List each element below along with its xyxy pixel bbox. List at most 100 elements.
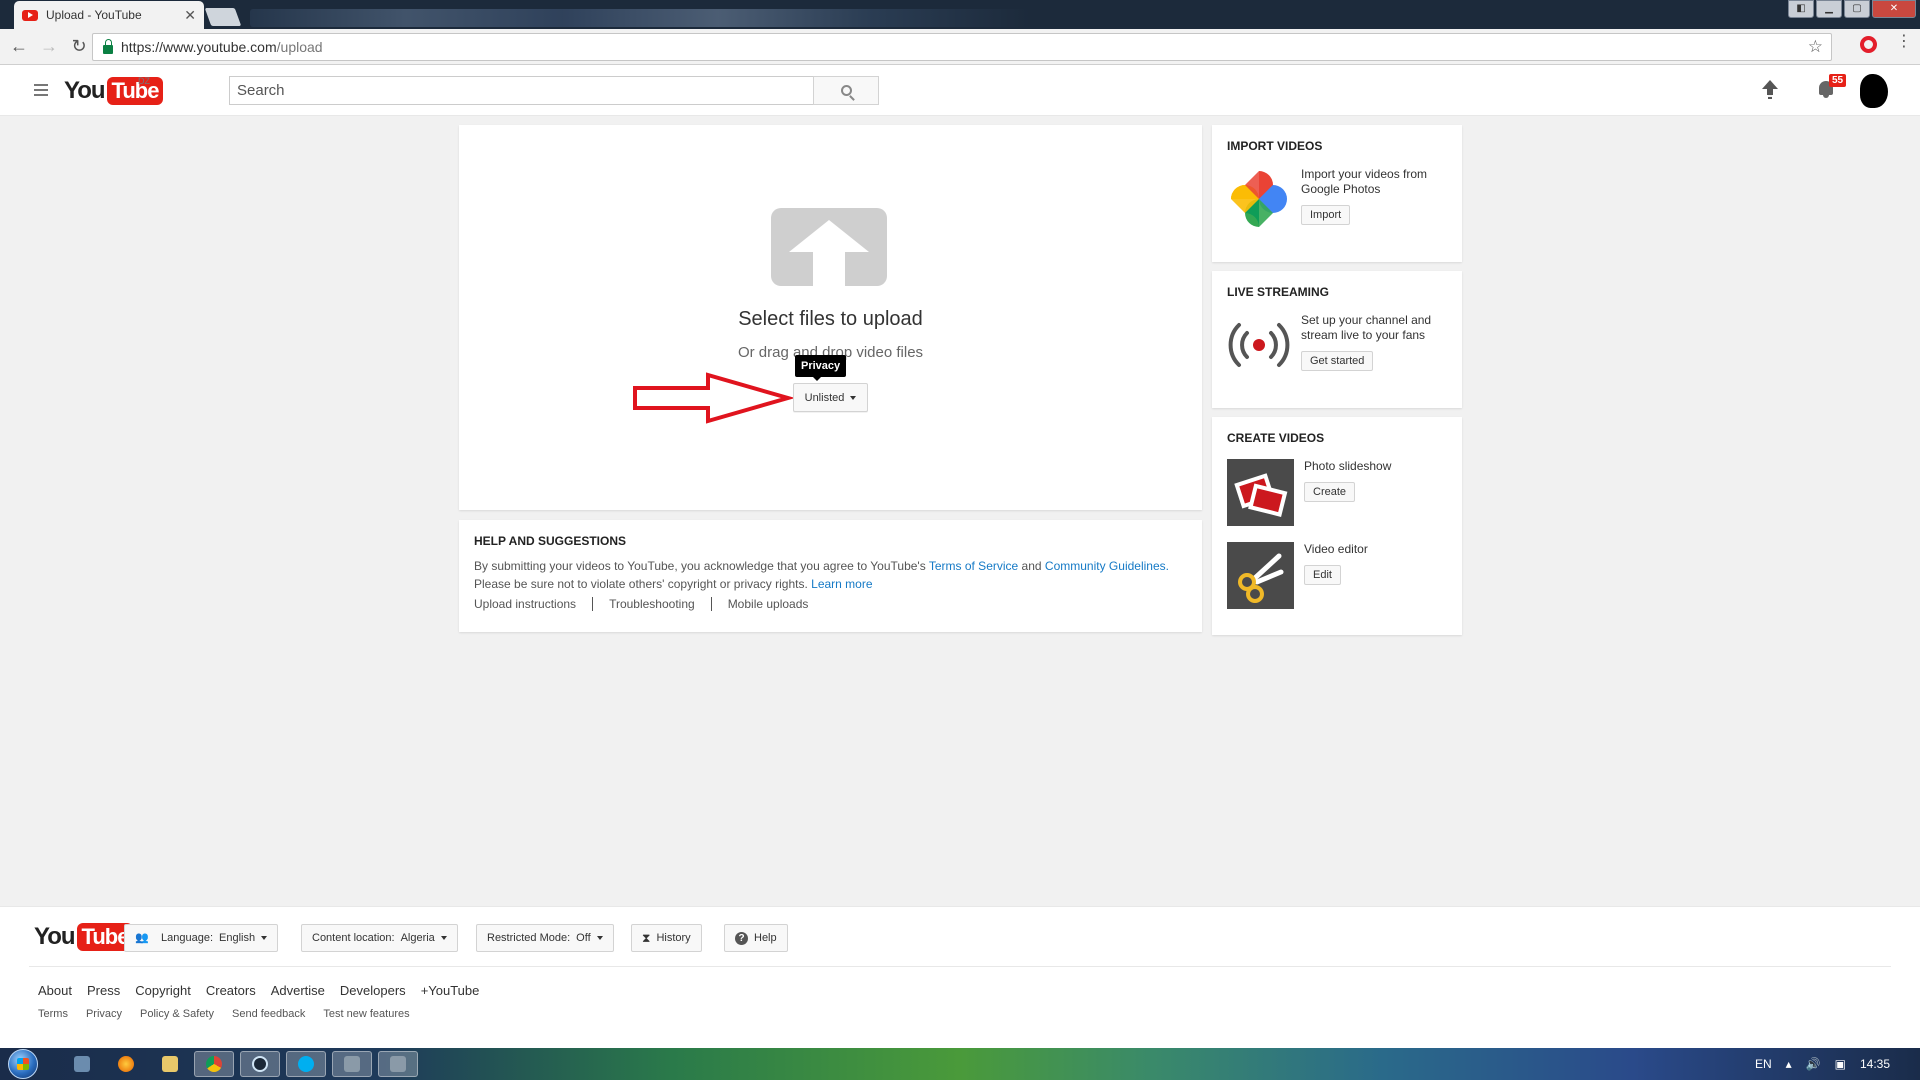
upload-arrow-icon[interactable] xyxy=(771,208,887,286)
select-files-title[interactable]: Select files to upload xyxy=(459,308,1202,331)
account-avatar[interactable] xyxy=(1860,74,1888,108)
help-text: By submitting your videos to YouTube, yo… xyxy=(474,557,1187,593)
create-videos-card: CREATE VIDEOS Photo slideshow Create Vid… xyxy=(1212,417,1462,635)
clock[interactable]: 14:35 xyxy=(1860,1057,1890,1071)
tab-close-icon[interactable]: ✕ xyxy=(184,7,196,24)
help-and: and xyxy=(1021,559,1042,573)
tab-upload-youtube[interactable]: Upload - YouTube ✕ xyxy=(14,1,204,29)
back-arrow-icon[interactable]: ← xyxy=(4,36,34,57)
search-button[interactable] xyxy=(813,76,879,105)
input-language[interactable]: EN xyxy=(1755,1057,1772,1071)
opera-extension-icon[interactable] xyxy=(1860,36,1877,53)
network-icon[interactable]: ▣ xyxy=(1835,1057,1846,1071)
taskbar-skype-icon[interactable] xyxy=(286,1051,326,1077)
help-title: HELP AND SUGGESTIONS xyxy=(474,534,627,548)
footer-link-developers[interactable]: Developers xyxy=(340,983,406,998)
help-icon: ? xyxy=(735,931,748,945)
footer-youtube-logo[interactable]: You Tube xyxy=(34,923,134,951)
edit-button[interactable]: Edit xyxy=(1304,565,1341,585)
reload-icon[interactable]: ↻ xyxy=(64,36,94,57)
upload-instructions-link[interactable]: Upload instructions xyxy=(474,597,576,611)
search-input[interactable] xyxy=(229,76,814,105)
language-icon: 👥 xyxy=(135,932,149,944)
learn-more-link[interactable]: Learn more xyxy=(811,577,872,591)
live-desc: Set up your channel and stream live to y… xyxy=(1301,313,1432,342)
taskbar-app-icon[interactable] xyxy=(332,1051,372,1077)
privacy-dropdown[interactable]: Unlisted xyxy=(793,383,868,412)
privacy-tooltip: Privacy xyxy=(795,355,847,381)
footer-link-plus-youtube[interactable]: +YouTube xyxy=(421,983,480,998)
blurred-tabs-region xyxy=(250,9,1030,27)
community-guidelines-link[interactable]: Community Guidelines. xyxy=(1045,559,1169,573)
mobile-uploads-link[interactable]: Mobile uploads xyxy=(728,597,809,611)
location-value: Algeria xyxy=(400,932,435,944)
youtube-header: YouTube DZ 55 xyxy=(0,65,1920,116)
live-text: Set up your channel and stream live to y… xyxy=(1301,313,1447,377)
window-close-icon[interactable]: ✕ xyxy=(1872,0,1916,18)
language-value: English xyxy=(219,932,256,944)
get-started-button[interactable]: Get started xyxy=(1301,351,1374,371)
footer-link-about[interactable]: About xyxy=(38,983,72,998)
footer-link-terms[interactable]: Terms xyxy=(38,1008,68,1020)
help-text-2: Please be sure not to violate others' co… xyxy=(474,577,808,591)
tray-expand-icon[interactable]: ▴ xyxy=(1786,1057,1792,1071)
url-path: /upload xyxy=(276,39,323,55)
upload-icon[interactable] xyxy=(1762,80,1778,100)
footer-link-copyright[interactable]: Copyright xyxy=(135,983,191,998)
taskbar-explorer-icon[interactable] xyxy=(62,1051,102,1077)
live-streaming-card: LIVE STREAMING Set up your channel and s… xyxy=(1212,271,1462,408)
help-text-1: By submitting your videos to YouTube, yo… xyxy=(474,559,926,573)
content-location-button[interactable]: Content location: Algeria xyxy=(301,924,458,952)
divider xyxy=(710,597,712,611)
footer-link-policy-safety[interactable]: Policy & Safety xyxy=(140,1008,214,1020)
footer-link-send-feedback[interactable]: Send feedback xyxy=(232,1008,305,1020)
bookmark-star-icon[interactable]: ☆ xyxy=(1808,37,1823,57)
taskbar-chrome-icon[interactable] xyxy=(194,1051,234,1077)
live-broadcast-icon xyxy=(1228,323,1290,367)
country-code: DZ xyxy=(138,76,150,86)
import-button[interactable]: Import xyxy=(1301,205,1351,225)
import-row: Import your videos from Google Photos Im… xyxy=(1227,167,1447,231)
location-label: Content location: xyxy=(312,932,395,944)
help-label: Help xyxy=(754,932,777,944)
video-editor-scissors-icon[interactable] xyxy=(1227,542,1294,609)
footer-link-privacy[interactable]: Privacy xyxy=(86,1008,122,1020)
maximize-icon[interactable]: ▢ xyxy=(1844,0,1870,18)
red-arrow-annotation-icon xyxy=(633,372,793,424)
footer-link-press[interactable]: Press xyxy=(87,983,120,998)
browser-menu-icon[interactable]: ⋮ xyxy=(1896,34,1912,50)
history-button[interactable]: ⧗ History xyxy=(631,924,702,952)
restricted-mode-button[interactable]: Restricted Mode: Off xyxy=(476,924,614,952)
footer-link-creators[interactable]: Creators xyxy=(206,983,256,998)
help-links-row: Upload instructions Troubleshooting Mobi… xyxy=(474,597,1187,611)
taskbar-app-icon[interactable] xyxy=(378,1051,418,1077)
user-icon[interactable]: ◧ xyxy=(1788,0,1814,18)
taskbar-folder-icon[interactable] xyxy=(150,1051,190,1077)
language-picker-button[interactable]: 👥 Language: English xyxy=(124,924,279,952)
privacy-value: Unlisted xyxy=(804,391,845,404)
guide-menu-icon[interactable] xyxy=(34,84,48,96)
photo-slideshow-icon[interactable] xyxy=(1227,459,1294,526)
footer-link-advertise[interactable]: Advertise xyxy=(271,983,325,998)
photo-slideshow-row: Photo slideshow Create xyxy=(1227,459,1447,526)
volume-icon[interactable]: 🔊 xyxy=(1806,1057,1821,1071)
minimize-icon[interactable]: ▁ xyxy=(1816,0,1842,18)
window-controls: ◧ ▁ ▢ ✕ xyxy=(1788,0,1916,18)
logo-you: You xyxy=(64,77,106,104)
start-button-icon[interactable] xyxy=(8,1049,38,1079)
terms-of-service-link[interactable]: Terms of Service xyxy=(929,559,1018,573)
footer-link-test-new-features[interactable]: Test new features xyxy=(323,1008,409,1020)
create-button[interactable]: Create xyxy=(1304,482,1356,502)
troubleshooting-link[interactable]: Troubleshooting xyxy=(609,597,695,611)
browser-tabstrip: Upload - YouTube ✕ ◧ ▁ ▢ ✕ xyxy=(0,0,1920,29)
help-button[interactable]: ? Help xyxy=(724,924,788,952)
browser-toolbar: ← → ↻ https://www.youtube.com/upload ☆ ⋮ xyxy=(0,29,1920,65)
forward-arrow-icon[interactable]: → xyxy=(34,36,64,57)
new-tab-button[interactable] xyxy=(204,8,242,26)
taskbar-firefox-icon[interactable] xyxy=(106,1051,146,1077)
taskbar-steam-icon[interactable] xyxy=(240,1051,280,1077)
address-bar[interactable]: https://www.youtube.com/upload ☆ xyxy=(92,33,1832,61)
help-panel: HELP AND SUGGESTIONS By submitting your … xyxy=(459,520,1202,632)
footer-logo-you: You xyxy=(34,923,76,950)
tab-title: Upload - YouTube xyxy=(46,8,142,22)
